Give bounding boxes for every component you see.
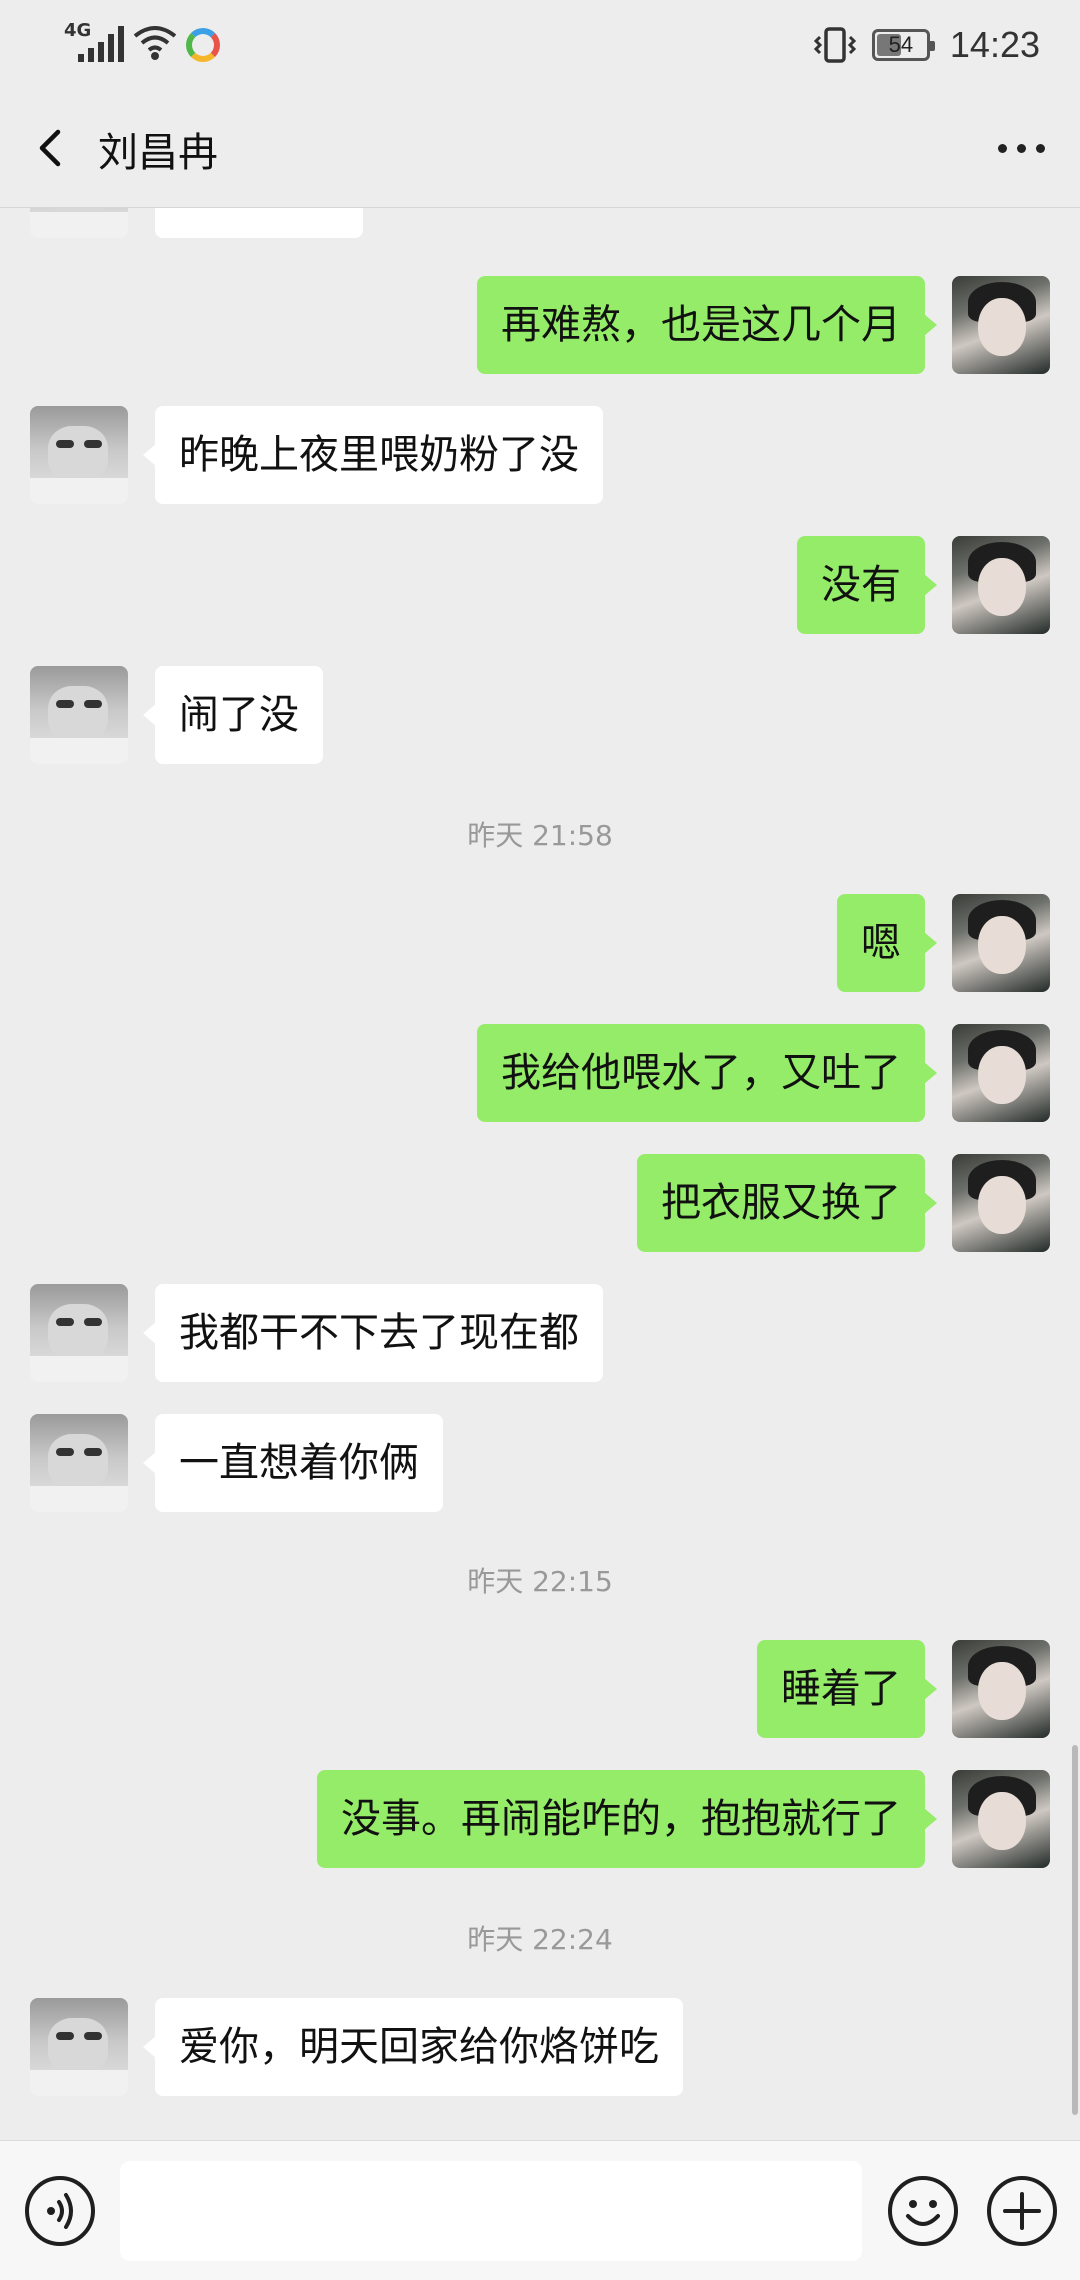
timestamp: 昨天 22:15 — [467, 1565, 613, 1598]
message-row: 我给他喂水了，又吐了 — [0, 1024, 1080, 1124]
more-dots-icon — [997, 143, 1007, 153]
emoji-button[interactable] — [888, 2176, 958, 2246]
message-row: 闹了没 — [0, 666, 1080, 766]
message-row: 把衣服又换了 — [0, 1154, 1080, 1254]
message-row: 再难熬，也是这几个月 — [0, 276, 1080, 376]
my-avatar[interactable] — [952, 536, 1050, 634]
my-avatar[interactable] — [952, 276, 1050, 374]
my-avatar[interactable] — [952, 1640, 1050, 1738]
status-left: 4G — [64, 20, 220, 62]
contact-avatar[interactable] — [30, 666, 128, 764]
battery-icon: 54 — [871, 29, 935, 61]
voice-icon — [47, 2193, 73, 2229]
message-bubble[interactable]: 我都干不下去了现在都 — [143, 1284, 603, 1382]
contact-avatar[interactable] — [30, 208, 128, 238]
contact-avatar[interactable] — [30, 1284, 128, 1382]
message-row: 没有 — [0, 536, 1080, 636]
message-bubble-partial[interactable]: 我也是你 — [155, 208, 363, 238]
scrollbar[interactable] — [1072, 1745, 1078, 2115]
my-avatar[interactable] — [952, 1770, 1050, 1868]
message-bubble[interactable]: 没事。再闹能咋的，抱抱就行了 — [317, 1770, 937, 1868]
more-options-button[interactable] — [986, 118, 1056, 178]
clock: 14:23 — [949, 24, 1040, 65]
emoji-icon — [906, 2200, 940, 2226]
my-avatar[interactable] — [952, 1154, 1050, 1252]
message-input[interactable] — [120, 2161, 862, 2261]
message-bubble[interactable]: 昨晚上夜里喂奶粉了没 — [143, 406, 603, 504]
status-right: 54 14:23 — [812, 22, 1040, 68]
message-row: 一直想着你俩 — [0, 1414, 1080, 1514]
vibrate-icon — [813, 27, 857, 63]
message-bubble[interactable]: 我给他喂水了，又吐了 — [477, 1024, 937, 1122]
timestamp: 昨天 22:24 — [467, 1923, 613, 1956]
message-row-partial: 我也是你 — [0, 208, 1080, 240]
back-chevron-icon — [39, 129, 61, 167]
contact-avatar[interactable] — [30, 406, 128, 504]
voice-button[interactable] — [25, 2176, 95, 2246]
message-bubble[interactable]: 爱你，明天回家给你烙饼吃 — [143, 1998, 683, 2096]
message-row: 爱你，明天回家给你烙饼吃 — [0, 1998, 1080, 2098]
chat-header: 刘昌冉 — [0, 90, 1080, 208]
timestamp: 昨天 21:58 — [467, 819, 613, 852]
back-button[interactable] — [24, 118, 84, 178]
message-row: 昨晚上夜里喂奶粉了没 — [0, 406, 1080, 506]
message-row: 我都干不下去了现在都 — [0, 1284, 1080, 1384]
my-avatar[interactable] — [952, 894, 1050, 992]
message-bubble[interactable]: 一直想着你俩 — [143, 1414, 443, 1512]
my-avatar[interactable] — [952, 1024, 1050, 1122]
wifi-icon — [133, 26, 177, 60]
more-functions-button[interactable] — [987, 2176, 1057, 2246]
message-row: 嗯 — [0, 894, 1080, 994]
message-bubble[interactable]: 睡着了 — [757, 1640, 937, 1738]
message-list[interactable]: 我也是你 再难熬，也是这几个月 昨晚上夜里喂奶粉了没 没有 闹了没 昨天 21:… — [0, 208, 1080, 2140]
message-bubble[interactable]: 把衣服又换了 — [637, 1154, 937, 1252]
status-bar: 4G 54 14:23 — [0, 0, 1080, 90]
plus-icon — [1003, 2192, 1041, 2230]
contact-avatar[interactable] — [30, 1414, 128, 1512]
message-row: 没事。再闹能咋的，抱抱就行了 — [0, 1770, 1080, 1870]
contact-avatar[interactable] — [30, 1998, 128, 2096]
input-bar — [0, 2140, 1080, 2280]
message-bubble[interactable]: 没有 — [797, 536, 937, 634]
battery-level: 54 — [888, 32, 914, 57]
chat-title: 刘昌冉 — [98, 130, 218, 176]
app-notification-icon — [186, 28, 220, 62]
cellular-signal-icon: 4G — [64, 20, 124, 62]
message-bubble[interactable]: 再难熬，也是这几个月 — [477, 276, 937, 374]
message-bubble[interactable]: 闹了没 — [143, 666, 323, 764]
message-bubble[interactable]: 嗯 — [837, 894, 937, 992]
message-row: 睡着了 — [0, 1640, 1080, 1740]
